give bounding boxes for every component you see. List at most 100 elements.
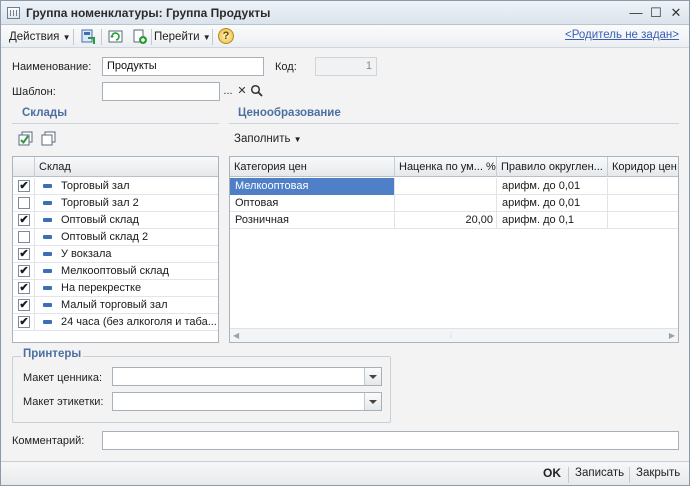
price-category-cell[interactable]: Оптовая: [230, 195, 395, 212]
maximize-button[interactable]: ☐: [647, 4, 665, 22]
warehouse-checkbox[interactable]: ✔: [18, 248, 30, 260]
close-button[interactable]: Закрыть: [636, 467, 680, 479]
chevron-down-icon: ▼: [202, 33, 211, 42]
warehouse-name: У вокзала: [61, 248, 112, 260]
chevron-down-icon: ▼: [62, 33, 71, 42]
form-footer: OK Записать Закрыть: [1, 461, 689, 485]
warehouse-name: Торговый зал: [61, 180, 130, 192]
corridor-column-header[interactable]: Коридор цен: [608, 157, 678, 177]
markup-column-header[interactable]: Наценка по ум... %: [395, 157, 497, 177]
fill-label: Заполнить: [234, 133, 291, 145]
section-divider: [12, 123, 219, 124]
table-row[interactable]: ✔ Оптовый склад: [13, 212, 218, 229]
chevron-down-icon[interactable]: [364, 368, 381, 385]
chevron-down-icon: ▼: [293, 135, 302, 144]
fill-menu[interactable]: Заполнить ▼: [234, 131, 302, 147]
markup-cell[interactable]: 20,00: [395, 212, 497, 229]
warehouses-table-header: Склад: [13, 157, 218, 177]
warehouse-name-cell: Малый торговый зал: [35, 297, 218, 314]
warehouse-checkbox[interactable]: ✔: [18, 299, 30, 311]
search-icon[interactable]: [250, 84, 263, 98]
checkbox-cell: ✔: [13, 246, 35, 263]
scroll-left-icon[interactable]: ◀: [233, 331, 239, 340]
minimize-button[interactable]: —: [627, 4, 645, 22]
checkbox-cell: ✔: [13, 297, 35, 314]
warehouse-checkbox[interactable]: ✔: [18, 282, 30, 294]
warehouse-icon: [43, 286, 52, 290]
price-category-cell[interactable]: Розничная: [230, 212, 395, 229]
window-title: Группа номенклатуры: Группа Продукты: [26, 6, 271, 20]
warehouse-name-cell: Мелкооптовый склад: [35, 263, 218, 280]
table-row[interactable]: ✔ Малый торговый зал: [13, 297, 218, 314]
actions-menu[interactable]: Действия ▼: [9, 29, 71, 45]
footer-separator: [629, 467, 630, 483]
comment-input[interactable]: [102, 431, 679, 450]
warehouse-name: Мелкооптовый склад: [61, 265, 169, 277]
warehouse-checkbox[interactable]: [18, 197, 30, 209]
toolbar-separator: [151, 29, 152, 45]
clear-icon[interactable]: ✕: [235, 83, 249, 100]
goto-label: Перейти: [154, 31, 200, 43]
table-row[interactable]: Оптовая арифм. до 0,01: [230, 195, 678, 212]
label-layout-select[interactable]: [112, 392, 382, 411]
corridor-cell[interactable]: [608, 212, 678, 229]
printers-section-title: Принтеры: [21, 348, 84, 360]
corridor-cell[interactable]: [608, 195, 678, 212]
warehouse-name-cell: Торговый зал: [35, 178, 218, 195]
warehouse-checkbox[interactable]: [18, 231, 30, 243]
copy-document-icon[interactable]: [131, 28, 149, 46]
warehouse-name-cell: Оптовый склад 2: [35, 229, 218, 246]
save-and-close-icon[interactable]: [79, 28, 97, 46]
warehouse-name-cell: На перекрестке: [35, 280, 218, 297]
name-input[interactable]: Продукты: [102, 57, 264, 76]
checkbox-cell: [13, 229, 35, 246]
rounding-column-header[interactable]: Правило округлен...: [497, 157, 608, 177]
template-input[interactable]: [102, 82, 220, 101]
refresh-icon[interactable]: [107, 28, 125, 46]
checkbox-cell: ✔: [13, 212, 35, 229]
uncheck-all-icon[interactable]: [41, 131, 57, 146]
goto-menu[interactable]: Перейти ▼: [154, 29, 211, 45]
form-window: Группа номенклатуры: Группа Продукты — ☐…: [0, 0, 690, 486]
horizontal-scrollbar[interactable]: ◀ ⦙ ▶: [230, 328, 678, 342]
table-row[interactable]: ✔ 24 часа (без алкоголя и таба...: [13, 314, 218, 331]
rounding-cell[interactable]: арифм. до 0,01: [497, 178, 608, 195]
toolbar-separator: [212, 29, 213, 45]
chevron-down-icon[interactable]: [364, 393, 381, 410]
checkbox-cell: ✔: [13, 263, 35, 280]
table-row[interactable]: ✔ На перекрестке: [13, 280, 218, 297]
table-row[interactable]: Торговый зал 2: [13, 195, 218, 212]
warehouse-checkbox[interactable]: ✔: [18, 180, 30, 192]
warehouse-checkbox[interactable]: ✔: [18, 265, 30, 277]
corridor-cell[interactable]: [608, 178, 678, 195]
close-window-button[interactable]: ✕: [667, 4, 685, 22]
help-icon[interactable]: ?: [218, 28, 234, 44]
ok-button[interactable]: OK: [543, 466, 561, 480]
table-row[interactable]: ✔ Торговый зал: [13, 178, 218, 195]
rounding-cell[interactable]: арифм. до 0,1: [497, 212, 608, 229]
save-button[interactable]: Записать: [575, 467, 624, 479]
warehouse-checkbox[interactable]: ✔: [18, 316, 30, 328]
warehouse-column-header[interactable]: Склад: [35, 157, 218, 177]
template-select-button[interactable]: ...: [221, 83, 235, 100]
check-all-icon[interactable]: [18, 131, 34, 146]
comment-label: Комментарий:: [12, 435, 85, 447]
section-divider: [229, 123, 679, 124]
price-category-cell[interactable]: Мелкооптовая: [230, 178, 395, 195]
table-row[interactable]: ✔ У вокзала: [13, 246, 218, 263]
table-row[interactable]: ✔ Мелкооптовый склад: [13, 263, 218, 280]
label-layout-label: Макет этикетки:: [23, 396, 104, 408]
warehouse-icon: [43, 201, 52, 205]
price-category-column-header[interactable]: Категория цен: [230, 157, 395, 177]
parent-link[interactable]: <Родитель не задан>: [565, 29, 679, 41]
scroll-right-icon[interactable]: ▶: [669, 331, 675, 340]
table-row[interactable]: Розничная 20,00 арифм. до 0,1: [230, 212, 678, 229]
markup-cell[interactable]: [395, 178, 497, 195]
rounding-cell[interactable]: арифм. до 0,01: [497, 195, 608, 212]
table-row[interactable]: Мелкооптовая арифм. до 0,01: [230, 178, 678, 195]
warehouse-checkbox[interactable]: ✔: [18, 214, 30, 226]
markup-cell[interactable]: [395, 195, 497, 212]
table-row[interactable]: Оптовый склад 2: [13, 229, 218, 246]
price-tag-layout-select[interactable]: [112, 367, 382, 386]
scroll-thumb-grip-icon[interactable]: ⦙: [450, 330, 452, 341]
